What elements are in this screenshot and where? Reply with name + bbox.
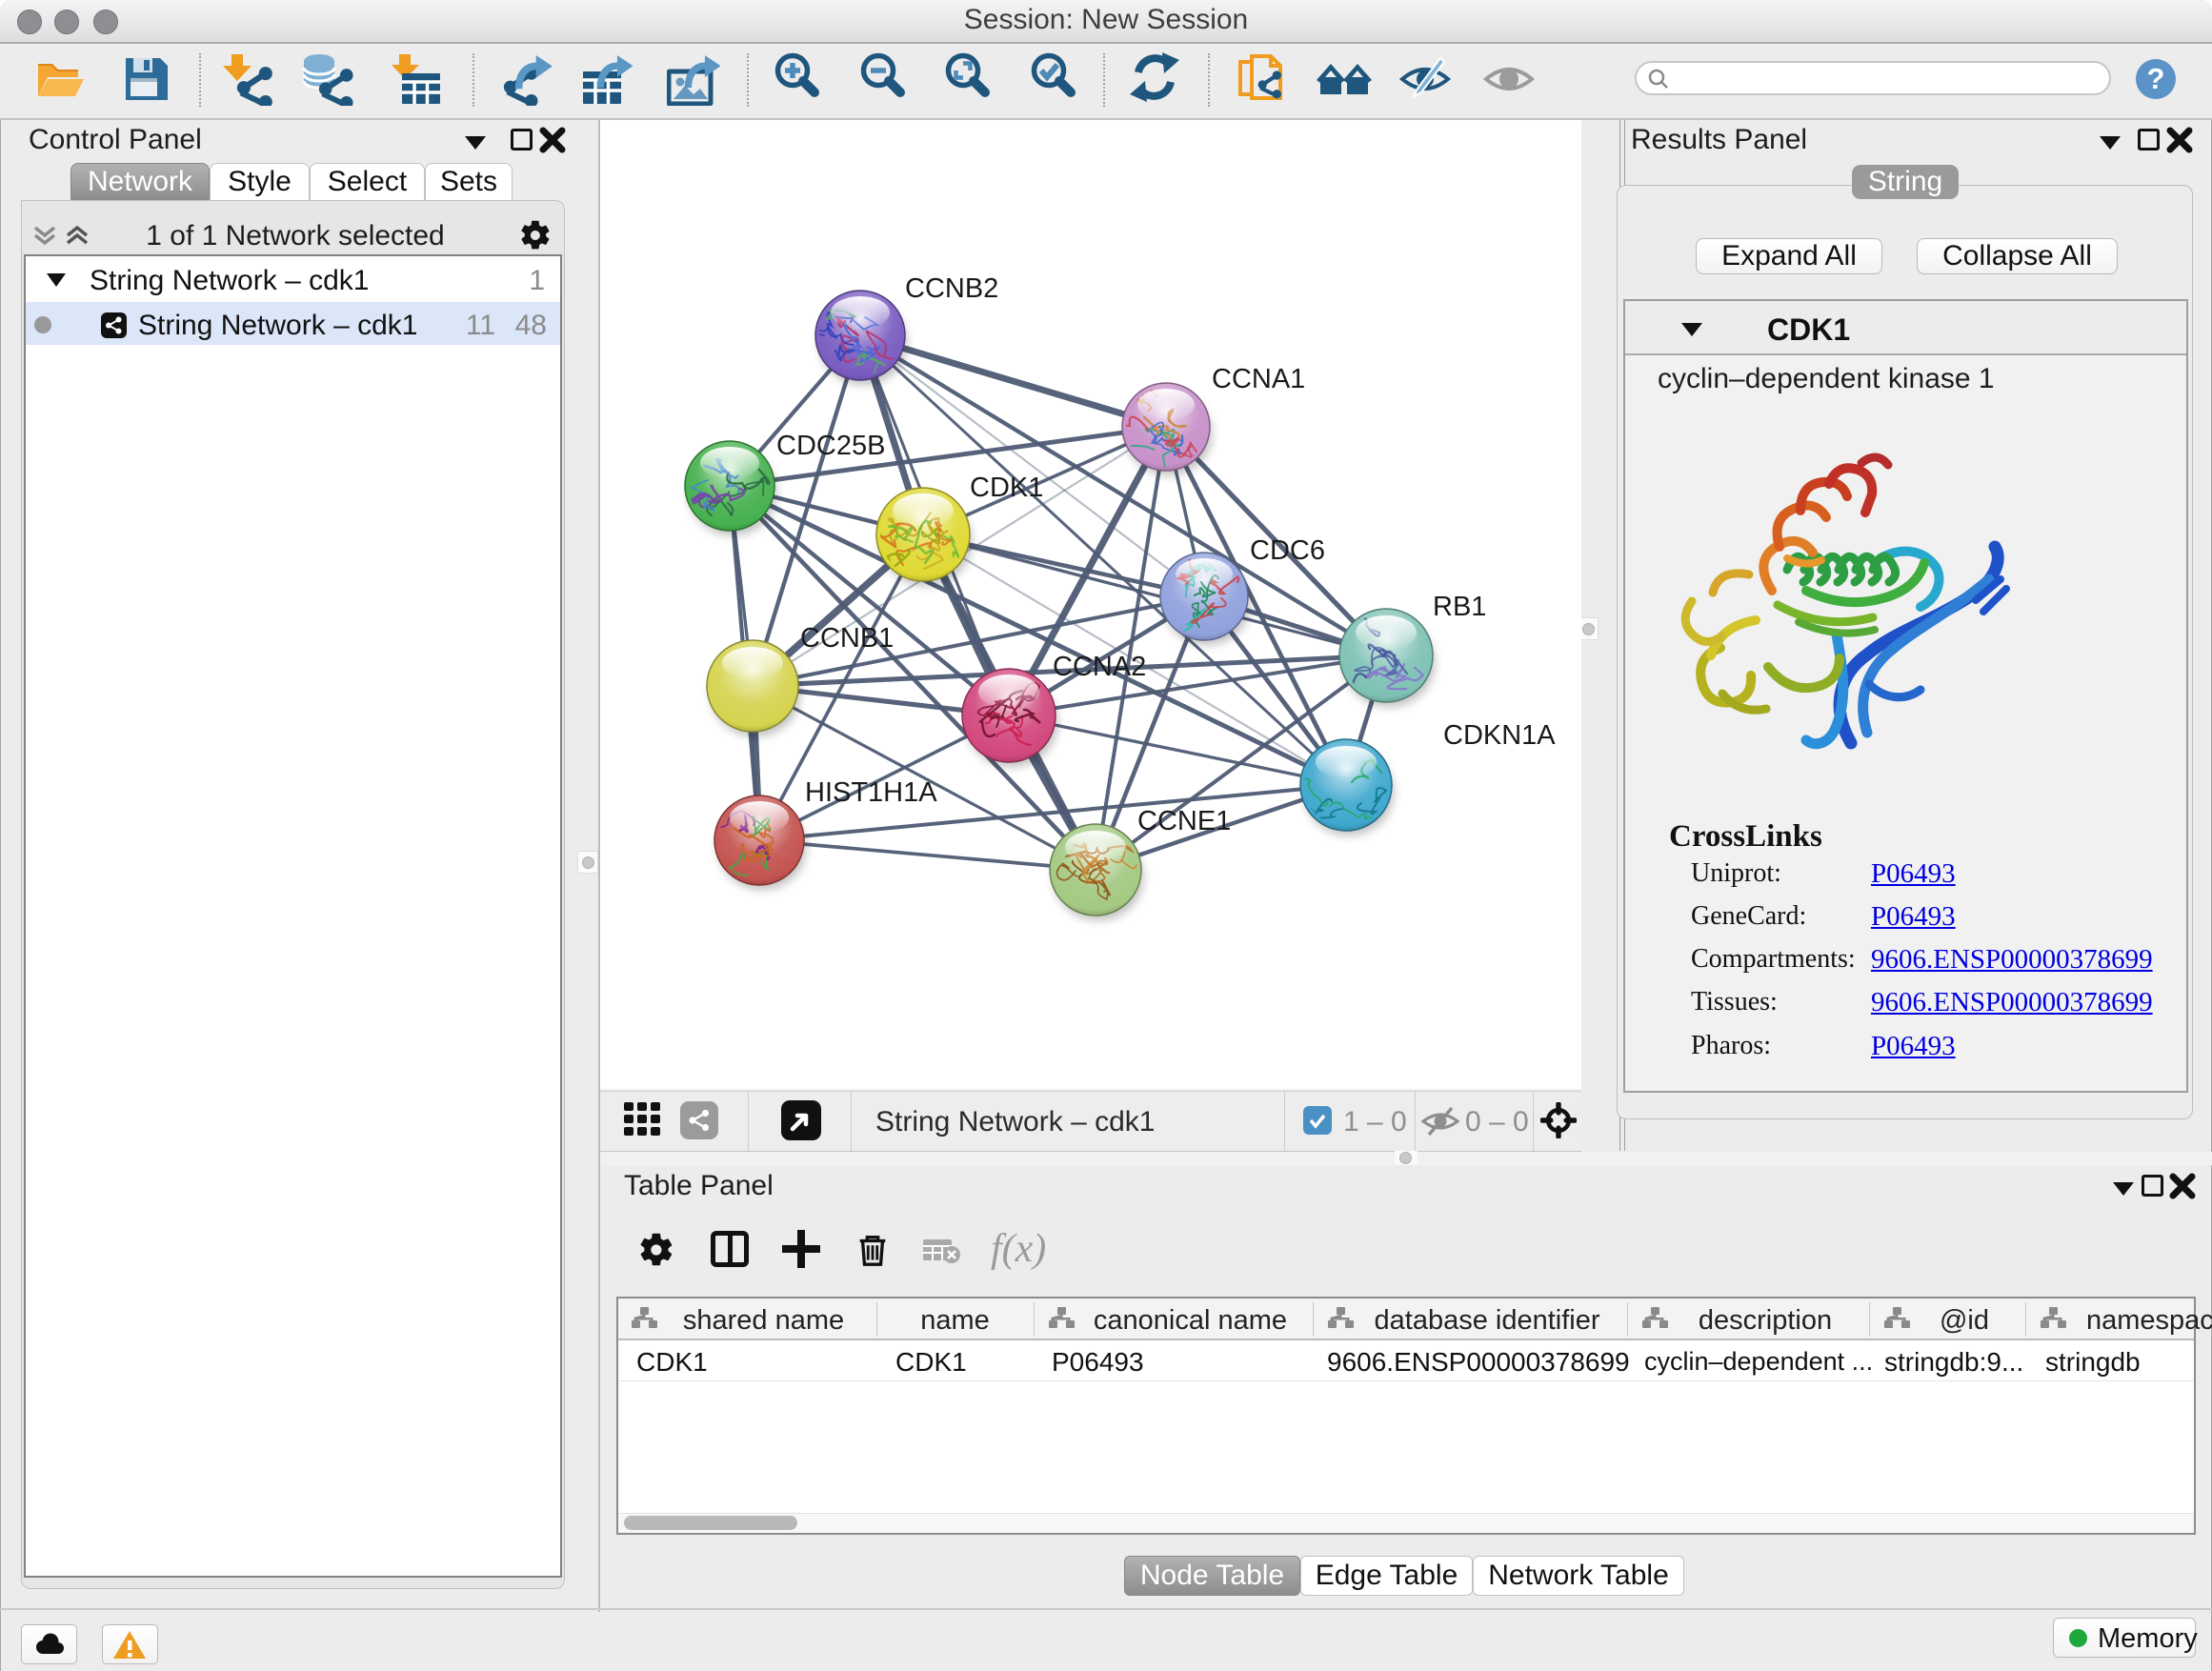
svg-text:CDKN1A: CDKN1A	[1443, 720, 1556, 751]
svg-text:CDC25B: CDC25B	[776, 431, 885, 461]
svg-text:HIST1H1A: HIST1H1A	[805, 777, 937, 808]
svg-text:CCNA1: CCNA1	[1212, 364, 1305, 394]
svg-text:CCNB2: CCNB2	[905, 273, 998, 304]
svg-text:CCNE1: CCNE1	[1137, 806, 1231, 836]
svg-text:CCNB1: CCNB1	[800, 623, 894, 654]
svg-text:CCNA2: CCNA2	[1053, 652, 1146, 682]
svg-text:CDK1: CDK1	[970, 473, 1043, 503]
svg-text:CDC6: CDC6	[1250, 535, 1325, 566]
svg-text:RB1: RB1	[1433, 592, 1486, 622]
